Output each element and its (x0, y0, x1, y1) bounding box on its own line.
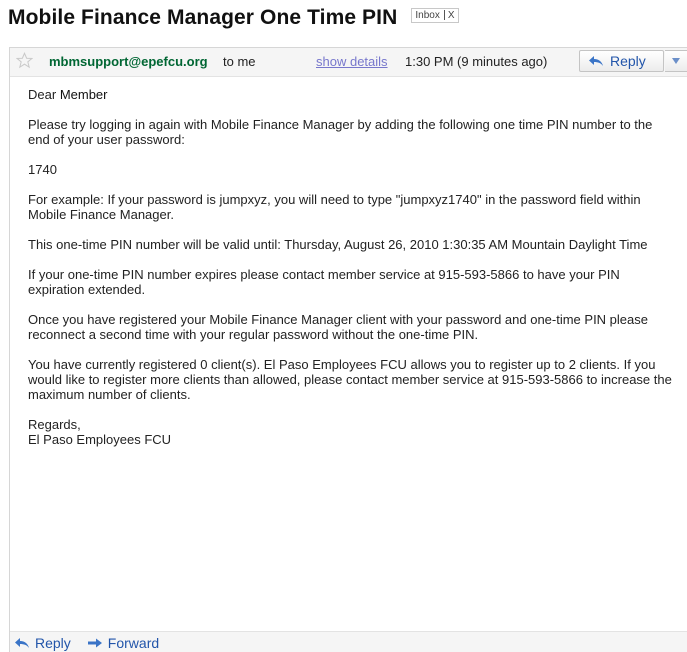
inbox-label[interactable]: Inbox (415, 10, 439, 21)
body-paragraph-3: This one-time PIN number will be valid u… (28, 237, 648, 252)
regards-text: Regards, (28, 417, 81, 432)
footer-reply-label: Reply (35, 635, 71, 651)
dropdown-triangle-icon (672, 58, 680, 64)
inbox-label-chip[interactable]: Inbox X (411, 7, 459, 23)
body-paragraph-6: You have currently registered 0 client(s… (28, 357, 672, 402)
pin-code: 1740 (28, 162, 57, 177)
more-actions-button[interactable] (665, 50, 687, 72)
reply-button[interactable]: Reply (579, 50, 664, 72)
body-paragraph-5: Once you have registered your Mobile Fin… (28, 312, 648, 342)
message-time: 1:30 PM (9 minutes ago) (405, 54, 548, 69)
footer-reply-link[interactable]: Reply (14, 635, 71, 651)
star-icon[interactable] (16, 52, 33, 69)
body-paragraph-2: For example: If your password is jumpxyz… (28, 192, 641, 222)
footer-forward-link[interactable]: Forward (87, 635, 159, 651)
recipient-text: to me (223, 54, 256, 69)
forward-arrow-icon (87, 638, 102, 648)
sender-address[interactable]: mbmsupport@epefcu.org (49, 54, 208, 69)
reply-button-label: Reply (610, 53, 646, 69)
greeting: Dear Member (28, 87, 673, 102)
message-body: Dear Member Please try logging in again … (28, 87, 673, 447)
remove-label-button[interactable]: X (448, 10, 455, 21)
message-footer: Reply Forward (10, 631, 687, 652)
email-subject: Mobile Finance Manager One Time PIN (8, 6, 398, 29)
footer-forward-label: Forward (107, 635, 160, 651)
label-separator (443, 10, 445, 20)
reply-arrow-icon (15, 638, 29, 648)
body-paragraph-1: Please try logging in again with Mobile … (28, 117, 653, 147)
show-details-link[interactable]: show details (316, 54, 388, 69)
email-view: Mobile Finance Manager One Time PIN Inbo… (0, 0, 687, 652)
message-card: mbmsupport@epefcu.org to me show details… (9, 47, 687, 652)
message-header: mbmsupport@epefcu.org to me show details… (10, 48, 687, 77)
signature-text: El Paso Employees FCU (28, 432, 172, 447)
greeting-prefix: Dear (28, 87, 57, 102)
reply-arrow-icon (589, 56, 603, 66)
body-paragraph-4: If your one-time PIN number expires plea… (28, 267, 620, 297)
greeting-name: Member (59, 87, 108, 102)
signoff: Regards, El Paso Employees FCU (28, 417, 673, 447)
subject-row: Mobile Finance Manager One Time PIN Inbo… (8, 6, 459, 30)
